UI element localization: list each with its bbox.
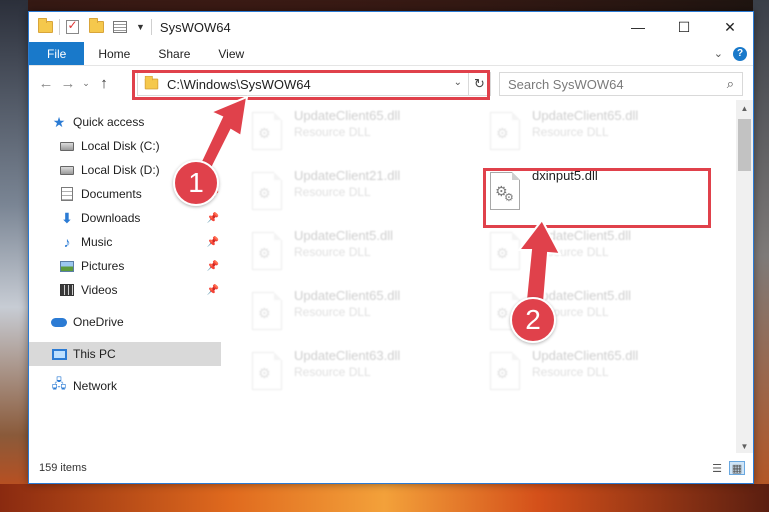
annotation-arrows	[194, 95, 562, 304]
step-1-badge: 1	[173, 160, 219, 206]
arrow-2-icon	[516, 218, 562, 304]
step-2-badge: 2	[510, 297, 556, 343]
